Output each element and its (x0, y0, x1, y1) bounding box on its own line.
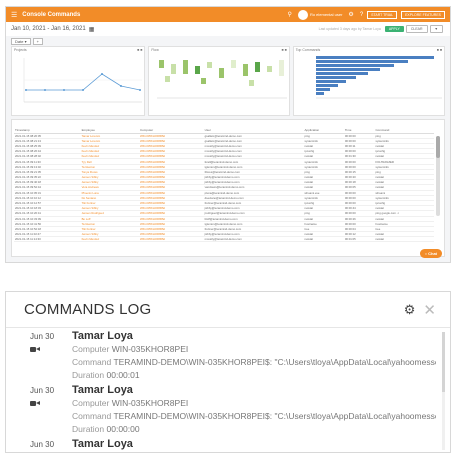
table-row[interactable]: 2021-01-15 11:14:30 Kevin Mendez WIN-035KH… (14, 236, 434, 243)
log-entry-user[interactable]: Tamar Loya (72, 383, 450, 397)
projects-line-chart (23, 58, 142, 103)
log-entry-computer: Computer WIN-035KHOR8PEI (72, 344, 189, 354)
top-commands-widget-title: Top Commands (295, 48, 321, 52)
top-commands-widget: Top Commands ■ ■ (292, 46, 445, 116)
log-entry-command: Command TERAMIND-DEMO\WIN-035KHOR8PEI$: … (72, 411, 436, 421)
apply-button[interactable]: APPLY (384, 26, 404, 32)
commands-log-header: COMMANDS LOG ⚙ ✕ (6, 292, 450, 328)
log-entry-computer: Computer WIN-035KHOR8PEI (72, 398, 189, 408)
commands-table-widget: Timestamp Employee Computer User Application… (11, 119, 445, 257)
widgets-row: Projects ■ ■ Flow ■ ■ Top Commands ■ ■ (6, 46, 450, 116)
last-updated-text: Last updated 3 days ago by Tamar Loya (318, 27, 381, 31)
video-camera-icon[interactable] (30, 346, 40, 353)
log-entry-command: Command TERAMIND-DEMO\WIN-035KHOR8PEI$: … (72, 357, 436, 367)
table-body: 2021-01-15 08:20:05 Tamar Lorenzo WIN-035K… (14, 133, 434, 243)
top-bar: ☰ Console Commands ⚲ Ro elemental user ⚙… (6, 7, 450, 22)
table-scrollbar[interactable] (436, 136, 440, 216)
tab-date[interactable]: Date ▾ (11, 37, 31, 45)
flow-heatmap (157, 60, 288, 99)
log-entry[interactable]: Jun 30 Tamar Loya Computer WIN-035KHOR8PEI… (6, 328, 450, 382)
view-tabs: Date ▾ + (6, 36, 450, 46)
page-title: Console Commands (22, 11, 81, 18)
table-cell: netstat (303, 236, 344, 243)
commands-log-list: Jun 30 Tamar Loya Computer WIN-035KHOR8PEI… (6, 328, 450, 452)
commands-log-scrollbar[interactable] (442, 332, 445, 450)
log-entry-date: Jun 30 (30, 386, 55, 395)
log-entry-user[interactable]: Tamar Loya (72, 329, 450, 343)
table-cell: 00:01:05 (343, 236, 375, 243)
video-camera-icon[interactable] (30, 400, 40, 407)
filter-icon[interactable]: ▼ (429, 25, 443, 33)
table-cell[interactable]: Kevin Mendez (80, 236, 139, 243)
help-icon[interactable]: ? (360, 12, 363, 18)
chat-button-label: Chat (428, 251, 437, 256)
flow-widget-title: Flow (151, 48, 159, 52)
table-cell[interactable]: WIN-035KHOR8PEI (138, 236, 204, 243)
calendar-icon[interactable]: ▦ (89, 26, 95, 33)
widget-menu-icon[interactable]: ■ ■ (137, 48, 142, 52)
hamburger-menu-icon[interactable]: ☰ (11, 11, 17, 19)
log-entry[interactable]: Jun 30Tamar LoyaComputer WIN-035KHOR8PEI (6, 436, 450, 452)
gear-icon[interactable]: ⚙ (404, 302, 416, 318)
date-filter-bar: Jan 10, 2021 - Jan 16, 2021 ▦ Last updat… (6, 22, 450, 36)
widget-menu-icon[interactable]: ■ ■ (282, 48, 287, 52)
user-name[interactable]: Ro elemental user (310, 12, 342, 17)
explore-features-button[interactable]: EXPLORE FEATURES (401, 10, 445, 19)
table-cell: netstat (374, 236, 434, 243)
chat-button[interactable]: ○ Chat (419, 249, 442, 258)
table-cell: 2021-01-15 11:14:30 (14, 236, 81, 243)
log-entry-duration: Duration 00:00:01 (72, 370, 140, 380)
tab-date-label: Date (15, 38, 24, 44)
console-commands-dashboard: ☰ Console Commands ⚲ Ro elemental user ⚙… (5, 6, 451, 263)
start-trial-button[interactable]: START TRIAL (367, 10, 398, 19)
log-entry-user[interactable]: Tamar Loya (72, 437, 450, 451)
date-range[interactable]: Jan 10, 2021 - Jan 16, 2021 (11, 26, 86, 32)
log-entry-date: Jun 30 (30, 332, 55, 341)
gear-icon[interactable]: ⚙ (348, 11, 353, 18)
widget-menu-icon[interactable]: ■ ■ (437, 48, 442, 52)
log-entry-date: Jun 30 (30, 440, 55, 449)
close-icon[interactable]: ✕ (423, 301, 436, 319)
projects-widget: Projects ■ ■ (11, 46, 146, 116)
projects-widget-title: Projects (14, 48, 27, 52)
commands-table: Timestamp Employee Computer User Application… (14, 127, 434, 243)
search-icon[interactable]: ⚲ (288, 11, 292, 18)
flow-widget: Flow ■ ■ (148, 46, 290, 116)
table-cell: mcostly@teramind-demo.com (203, 236, 304, 243)
commands-log-title: COMMANDS LOG (24, 301, 152, 318)
avatar[interactable] (297, 9, 308, 20)
add-widget-button[interactable]: + (32, 37, 43, 45)
clear-button[interactable]: CLEAR (405, 25, 428, 33)
log-entry-duration: Duration 00:00:00 (72, 424, 140, 434)
top-commands-bar-chart (315, 56, 442, 99)
log-entry[interactable]: Jun 30 Tamar Loya Computer WIN-035KHOR8PEI… (6, 382, 450, 436)
commands-log-panel: COMMANDS LOG ⚙ ✕ Jun 30 Tamar Loya Compute… (5, 291, 451, 453)
